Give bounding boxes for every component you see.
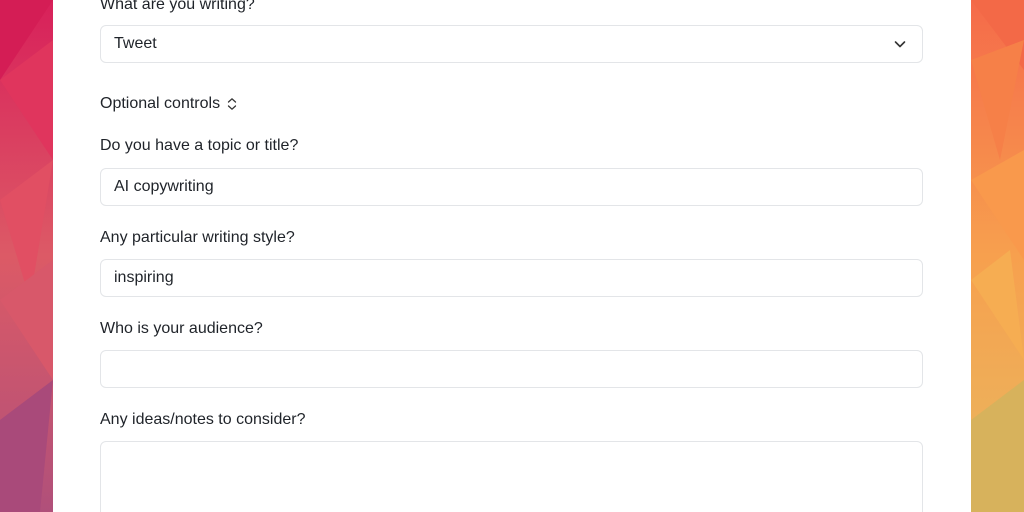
optional-controls-toggle[interactable]: Optional controls xyxy=(100,94,238,114)
type-label: What are you writing? xyxy=(100,0,255,13)
topic-input-value: AI copywriting xyxy=(114,178,214,195)
style-input[interactable]: inspiring xyxy=(100,259,923,297)
audience-label: Who is your audience? xyxy=(100,320,263,337)
chevron-down-icon xyxy=(893,37,907,51)
notes-textarea[interactable] xyxy=(100,441,923,512)
form-panel: What are you writing? Tweet Optional con… xyxy=(53,0,971,512)
type-select[interactable]: Tweet xyxy=(100,25,923,63)
topic-input[interactable]: AI copywriting xyxy=(100,168,923,206)
audience-input[interactable] xyxy=(100,350,923,388)
optional-controls-label: Optional controls xyxy=(100,95,221,112)
style-input-value: inspiring xyxy=(114,269,174,286)
topic-label: Do you have a topic or title? xyxy=(100,137,299,154)
notes-label: Any ideas/notes to consider? xyxy=(100,411,306,428)
type-select-value: Tweet xyxy=(114,35,157,52)
style-label: Any particular writing style? xyxy=(100,229,295,246)
chevron-up-down-icon xyxy=(226,97,238,111)
